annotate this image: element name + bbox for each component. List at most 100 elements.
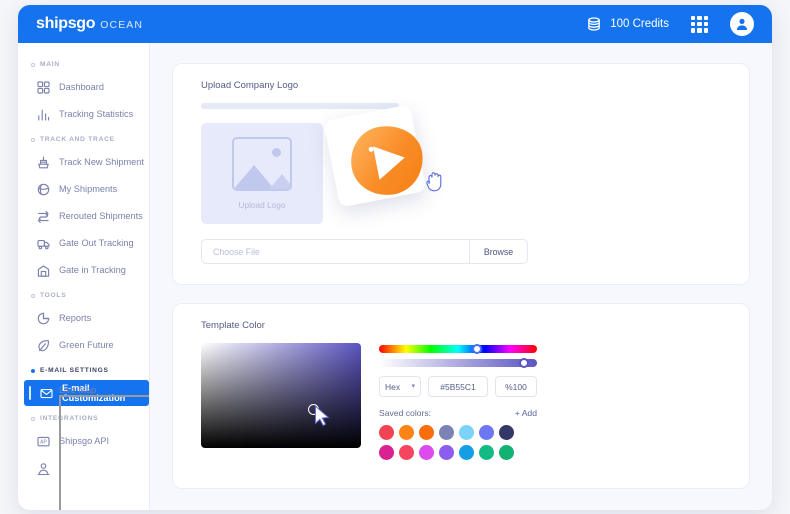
sidebar-section-header: MAIN <box>18 53 149 73</box>
color-controls: Hex ▾ %100 Saved colors: + Add <box>379 343 537 465</box>
saved-color-swatch[interactable] <box>399 445 414 460</box>
saved-colors-swatches <box>379 425 539 460</box>
choose-file-input[interactable] <box>202 240 469 263</box>
template-color-card: Template Color <box>172 303 750 489</box>
sidebar-item-label: Gate in Tracking <box>59 265 126 275</box>
bar-chart-icon <box>37 108 50 121</box>
truck-icon <box>37 237 50 250</box>
sidebar-item-my-shipments[interactable]: My Shipments <box>18 176 149 202</box>
browse-button[interactable]: Browse <box>469 240 527 263</box>
saved-color-swatch[interactable] <box>419 445 434 460</box>
sidebar-item-live-map-iframe[interactable]: Live Map </span> <box>18 455 149 481</box>
brand-logo[interactable]: shipsgo OCEAN <box>36 15 143 33</box>
image-sun-shape <box>272 148 281 157</box>
color-value-fields: Hex ▾ %100 <box>379 376 537 397</box>
saved-color-swatch[interactable] <box>459 445 474 460</box>
saved-color-swatch[interactable] <box>419 425 434 440</box>
section-dot-icon <box>31 417 35 421</box>
sidebar-item-label: Reports <box>59 313 91 323</box>
sidebar-item-gate-in-tracking[interactable]: Gate in Tracking <box>18 257 149 283</box>
sidebar-section-label: TRACK AND TRACE <box>40 136 115 143</box>
sidebar-item-label: Track New Shipment <box>59 157 144 167</box>
sidebar-item-track-new-shipment[interactable]: Track New Shipment <box>18 149 149 175</box>
pie-chart-icon <box>37 312 50 325</box>
leaf-icon <box>37 339 50 352</box>
opacity-slider[interactable] <box>379 359 537 367</box>
dashboard-grid-icon <box>37 81 50 94</box>
sidebar-item-dashboard[interactable]: Dashboard <box>18 74 149 100</box>
saved-color-swatch[interactable] <box>499 445 514 460</box>
credits-indicator[interactable]: 100 Credits <box>587 17 669 32</box>
sidebar-item-label: Dashboard <box>59 82 104 92</box>
sidebar-item-label: Gate Out Tracking <box>59 238 134 248</box>
sidebar-item-rerouted-shipments[interactable]: Rerouted Shipments <box>18 203 149 229</box>
sidebar-item-green-future[interactable]: Green Future <box>18 332 149 358</box>
api-code-icon: AP <box>37 435 50 448</box>
api-code-icon: AP <box>37 435 50 448</box>
placeholder-skeleton-bar <box>201 103 399 109</box>
reroute-arrows-icon <box>37 210 50 223</box>
envelope-icon <box>40 387 53 400</box>
top-navigation-bar: shipsgo OCEAN 100 Credits <box>18 5 772 43</box>
sidebar-section-header: TRACK AND TRACE <box>18 128 149 148</box>
user-avatar-icon[interactable] <box>730 12 754 36</box>
app-body: MAIN Dashboard Tracking Statistics TRACK … <box>18 43 772 510</box>
saved-color-swatch[interactable] <box>379 445 394 460</box>
play-triangle-glyph <box>373 140 408 179</box>
truck-icon <box>37 237 50 250</box>
app-window: shipsgo OCEAN 100 Credits <box>18 5 772 510</box>
sidebar-section-label: TOOLS <box>40 292 66 299</box>
sidebar-item-gate-out-tracking[interactable]: Gate Out Tracking <box>18 230 149 256</box>
saved-color-swatch[interactable] <box>499 425 514 440</box>
sidebar-item-label: My Shipments <box>59 184 117 194</box>
svg-text:AP: AP <box>40 439 47 445</box>
hex-value-input[interactable] <box>428 376 488 397</box>
brand-name: shipsgo <box>36 15 95 33</box>
saturation-value-panel[interactable] <box>201 343 361 448</box>
sidebar-item-tracking-statistics[interactable]: Tracking Statistics <box>18 101 149 127</box>
globe-box-icon <box>37 183 50 196</box>
dashboard-grid-icon <box>37 81 50 94</box>
chevron-updown-icon: ▾ <box>411 383 415 390</box>
sidebar-item-label: Green Future <box>59 340 114 350</box>
saved-color-swatch[interactable] <box>479 445 494 460</box>
arrow-pointer-icon <box>314 405 331 426</box>
color-format-label: Hex <box>385 382 400 392</box>
saved-color-swatch[interactable] <box>459 425 474 440</box>
upload-card-title: Upload Company Logo <box>173 64 749 91</box>
coins-icon <box>587 17 603 32</box>
section-dot-icon <box>31 63 35 67</box>
bar-chart-icon <box>37 108 50 121</box>
file-chooser-row: Browse <box>201 239 528 264</box>
saved-color-swatch[interactable] <box>399 425 414 440</box>
drag-hand-cursor-icon <box>423 169 447 195</box>
main-content: Upload Company Logo Upload Logo <box>150 43 772 510</box>
sidebar-item-label: Live Map </span> <box>59 385 150 510</box>
add-color-button[interactable]: + Add <box>515 408 537 418</box>
drop-zone-label: Upload Logo <box>238 200 285 210</box>
image-placeholder-icon <box>232 137 292 191</box>
saved-color-swatch[interactable] <box>379 425 394 440</box>
image-mountain-small-shape <box>268 174 292 191</box>
sidebar-item-reports[interactable]: Reports <box>18 305 149 331</box>
saved-color-swatch[interactable] <box>479 425 494 440</box>
hue-slider-knob[interactable] <box>472 344 482 354</box>
hue-slider[interactable] <box>379 345 537 353</box>
topbar-actions: 100 Credits <box>587 12 754 36</box>
ship-icon <box>37 156 50 169</box>
grid-apps-icon[interactable] <box>691 16 708 33</box>
saved-color-swatch[interactable] <box>439 445 454 460</box>
opacity-value-field[interactable]: %100 <box>495 376 537 397</box>
sidebar-section-header: TOOLS <box>18 284 149 304</box>
warehouse-icon <box>37 264 50 277</box>
sidebar-section-label: MAIN <box>40 61 60 68</box>
live-map-icon <box>37 462 50 475</box>
sidebar-item-label: Tracking Statistics <box>59 109 133 119</box>
saved-color-swatch[interactable] <box>439 425 454 440</box>
ship-icon <box>37 156 50 169</box>
color-format-select[interactable]: Hex ▾ <box>379 376 421 397</box>
logo-drop-zone[interactable]: Upload Logo <box>201 123 323 224</box>
section-dot-icon <box>31 138 35 142</box>
opacity-slider-knob[interactable] <box>519 358 529 368</box>
saved-colors-label: Saved colors: <box>379 408 431 418</box>
